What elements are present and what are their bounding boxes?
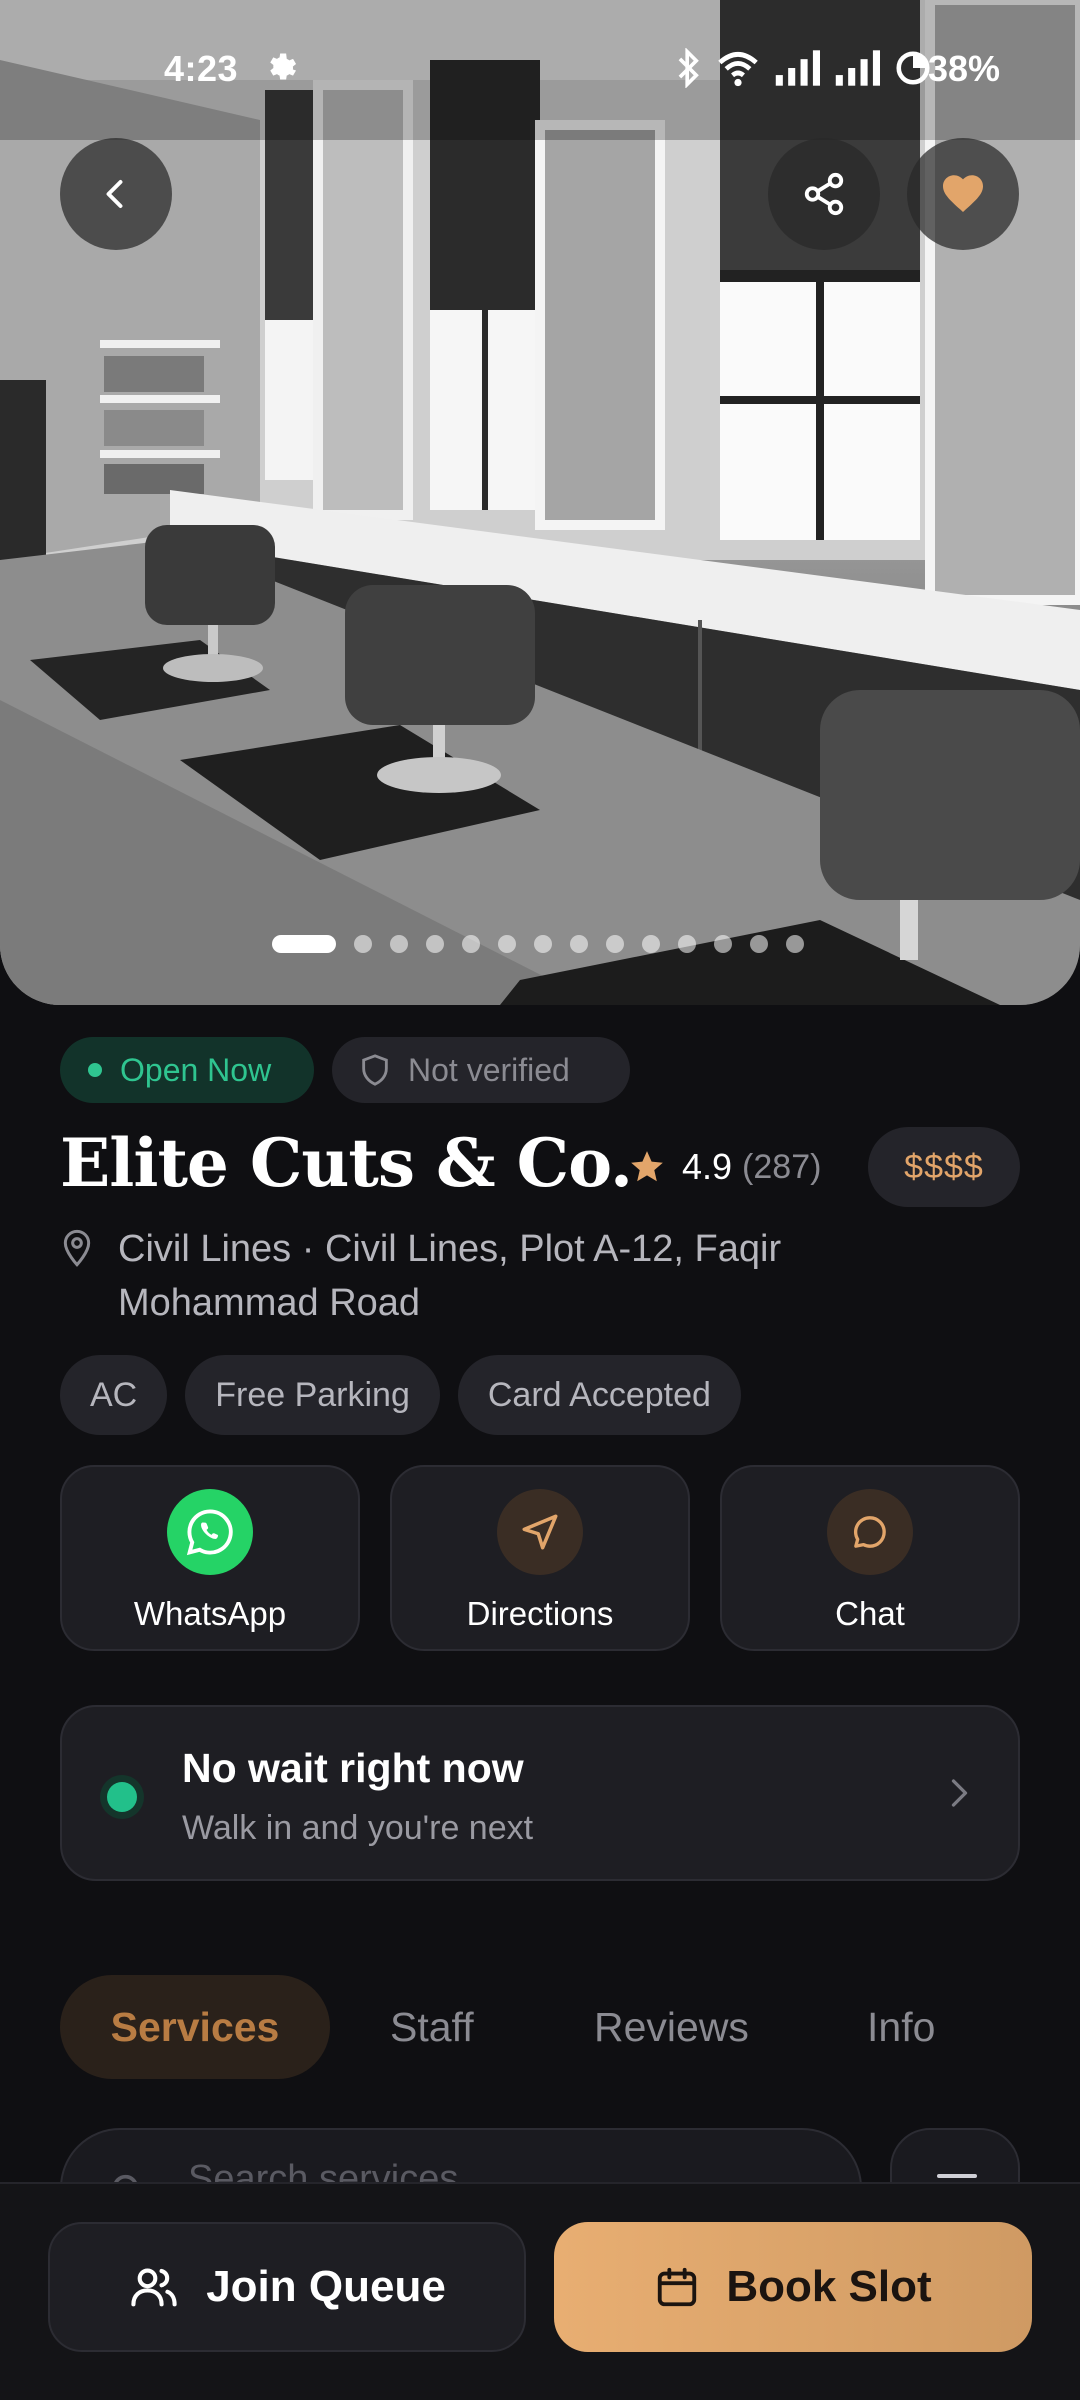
wait-status-card[interactable]: No wait right now Walk in and you're nex… xyxy=(60,1705,1020,1881)
chat-bubble-icon xyxy=(827,1489,913,1575)
navigation-arrow-icon xyxy=(497,1489,583,1575)
open-now-label: Open Now xyxy=(120,1051,272,1088)
gear-icon xyxy=(270,53,297,80)
whatsapp-button[interactable]: WhatsApp xyxy=(60,1465,360,1651)
pager-dot[interactable] xyxy=(786,935,804,953)
search-icon xyxy=(114,2174,137,2182)
search-row: Search services xyxy=(60,2128,1060,2182)
pager-dot[interactable] xyxy=(642,935,660,953)
wifi-icon xyxy=(718,52,758,87)
directions-label: Directions xyxy=(466,1595,614,1632)
book-slot-button[interactable]: Book Slot xyxy=(554,2222,1032,2352)
price-level-badge: $$$$ xyxy=(868,1127,1020,1207)
hero-photo[interactable] xyxy=(0,0,1080,1005)
bluetooth-icon xyxy=(678,48,699,88)
signal-icon xyxy=(835,50,880,86)
pager-dot[interactable] xyxy=(534,935,552,953)
salon-interior-illustration xyxy=(0,0,1080,1005)
chevron-right-icon xyxy=(951,1779,968,1807)
tab-reviews[interactable]: Reviews xyxy=(594,1975,749,2079)
chat-button[interactable]: Chat xyxy=(720,1465,1020,1651)
rating-value: 4.9 xyxy=(682,1146,733,1187)
verification-badge: Not verified xyxy=(332,1037,630,1103)
pager-dot[interactable] xyxy=(714,935,732,953)
pager-dot[interactable] xyxy=(426,935,444,953)
pager-dot[interactable] xyxy=(606,935,624,953)
status-bar: 4:23 38% xyxy=(0,0,1080,140)
calendar-icon xyxy=(658,2267,697,2307)
chat-label: Chat xyxy=(835,1595,905,1632)
join-queue-label: Join Queue xyxy=(206,2262,446,2311)
status-icons xyxy=(676,48,932,88)
pager-dot[interactable] xyxy=(750,935,768,953)
back-button[interactable] xyxy=(60,138,172,250)
rating-count: (287) xyxy=(742,1147,822,1186)
rating[interactable]: 4.9 (287) xyxy=(628,1143,821,1191)
pager-dot[interactable] xyxy=(390,935,408,953)
amenity-chip: AC xyxy=(60,1355,168,1435)
bottom-action-bar: Join Queue Book Slot xyxy=(0,2182,1080,2400)
search-placeholder: Search services xyxy=(188,2158,459,2182)
users-icon xyxy=(131,2268,177,2307)
filter-button[interactable] xyxy=(890,2128,1020,2182)
battery-percent: 38% xyxy=(928,48,1001,89)
wait-subtitle: Walk in and you're next xyxy=(182,1809,534,1847)
status-time: 4:23 xyxy=(164,48,239,89)
whatsapp-icon xyxy=(167,1489,253,1575)
wait-title: No wait right now xyxy=(182,1745,524,1791)
star-icon xyxy=(631,1151,663,1182)
whatsapp-label: WhatsApp xyxy=(133,1595,287,1632)
pager-dot[interactable] xyxy=(354,935,372,953)
open-now-badge: Open Now xyxy=(60,1037,314,1103)
signal-icon xyxy=(775,50,820,86)
heart-icon xyxy=(943,175,983,212)
pager-dot-active[interactable] xyxy=(272,935,336,953)
pager-dot[interactable] xyxy=(498,935,516,953)
pager-dot[interactable] xyxy=(462,935,480,953)
favorite-button[interactable] xyxy=(907,138,1019,250)
verification-label: Not verified xyxy=(408,1051,570,1088)
amenity-chip: Card Accepted xyxy=(457,1355,741,1435)
battery-saver-icon xyxy=(896,51,930,85)
share-button[interactable] xyxy=(768,138,880,250)
join-queue-button[interactable]: Join Queue xyxy=(48,2222,526,2352)
book-slot-label: Book Slot xyxy=(726,2262,932,2311)
amenities-list: AC Free Parking Card Accepted xyxy=(60,1355,741,1435)
open-status-dot xyxy=(88,1063,102,1077)
shield-icon xyxy=(362,1054,388,1086)
tab-staff[interactable]: Staff xyxy=(390,1975,474,2079)
search-input[interactable]: Search services xyxy=(60,2128,862,2182)
tab-info[interactable]: Info xyxy=(867,1975,935,2079)
amenity-chip: Free Parking xyxy=(185,1355,440,1435)
tab-services[interactable]: Services xyxy=(60,1975,330,2079)
location-pin-icon xyxy=(63,1229,91,1267)
directions-button[interactable]: Directions xyxy=(390,1465,690,1651)
pager-dot[interactable] xyxy=(570,935,588,953)
filter-icon xyxy=(937,2174,977,2178)
chevron-left-icon xyxy=(106,180,123,208)
wait-status-dot xyxy=(107,1782,137,1812)
image-pager[interactable] xyxy=(272,935,804,953)
shop-name: Elite Cuts & Co. xyxy=(60,1124,633,1202)
pager-dot[interactable] xyxy=(678,935,696,953)
share-icon xyxy=(804,172,844,216)
address-text: Civil Lines · Civil Lines, Plot A-12, Fa… xyxy=(118,1228,782,1324)
